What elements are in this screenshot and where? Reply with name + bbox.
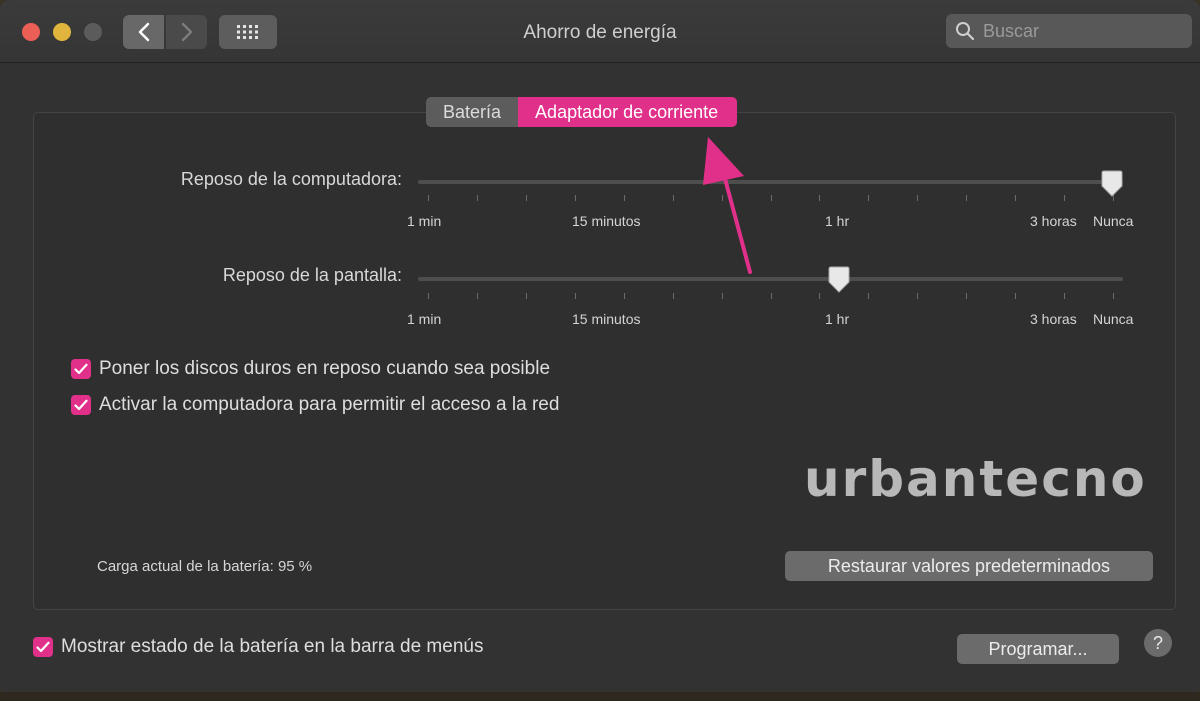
pointer-arrow-icon xyxy=(703,137,752,274)
preferences-window: Ahorro de energía Batería Adaptador de c… xyxy=(0,0,1200,692)
desktop-background xyxy=(0,692,1200,701)
